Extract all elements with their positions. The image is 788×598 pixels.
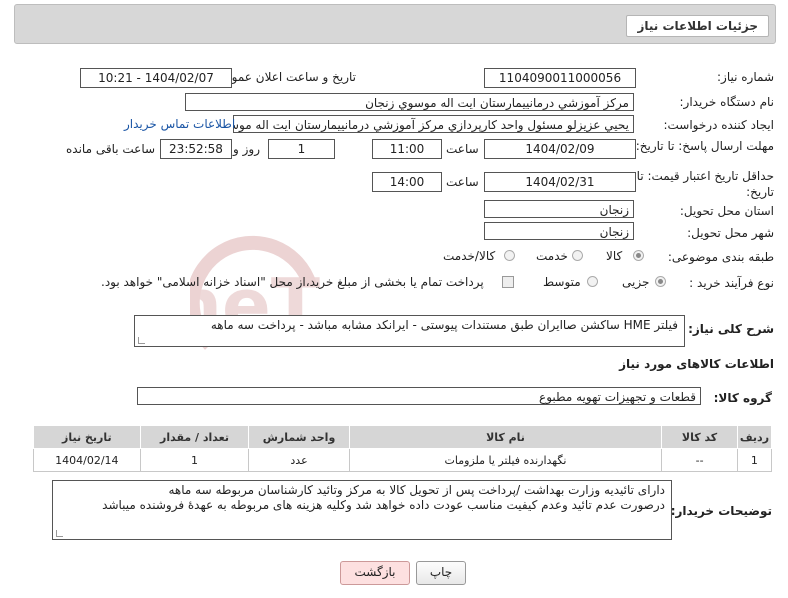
cell-row: 1 bbox=[736, 448, 773, 472]
header-panel: جزئیات اطلاعات نیاز bbox=[14, 4, 776, 44]
process-radio-medium[interactable] bbox=[587, 276, 598, 287]
category-option-goods-service: کالا/خدمت bbox=[443, 249, 496, 263]
col-unit: واحد شمارش bbox=[248, 425, 350, 449]
price-validity-time: 14:00 bbox=[372, 172, 442, 192]
buyer-notes-line-2: درصورت عدم تائید وعدم کیفیت مناسب عودت د… bbox=[102, 498, 665, 512]
city-field: زنجان bbox=[484, 222, 634, 240]
process-label: نوع فرآیند خرید : bbox=[689, 276, 774, 290]
reply-time-label: ساعت bbox=[446, 142, 479, 156]
page-title: جزئیات اطلاعات نیاز bbox=[626, 15, 769, 37]
process-option-medium: متوسط bbox=[543, 275, 581, 289]
cell-date: 1404/02/14 bbox=[33, 448, 141, 472]
days-label: روز و bbox=[233, 142, 260, 156]
announce-label: تاریخ و ساعت اعلان عمومی: bbox=[211, 70, 356, 84]
buyer-notes-line-1: دارای تائیدیه وزارت بهداشت /پرداخت پس از… bbox=[168, 483, 665, 497]
col-date: تاریخ نیاز bbox=[33, 425, 141, 449]
cell-qty: 1 bbox=[139, 448, 250, 472]
price-time-label: ساعت bbox=[446, 175, 479, 189]
description-label: شرح کلی نیاز: bbox=[688, 322, 774, 336]
price-validity-label: حداقل تاریخ اعتبار قیمت: تا تاریخ: bbox=[636, 169, 774, 199]
cell-unit: عدد bbox=[248, 448, 350, 472]
col-qty: تعداد / مقدار bbox=[139, 425, 250, 449]
cell-name: نگهدارنده فیلتر یا ملزومات bbox=[348, 448, 663, 472]
category-label: طبقه بندی موضوعی: bbox=[667, 250, 774, 264]
announce-field: 1404/02/07 - 10:21 bbox=[80, 68, 232, 88]
need-number-field: 1104090011000056 bbox=[484, 68, 636, 88]
goods-group-field: قطعات و تجهیزات تهویه مطبوع bbox=[137, 387, 701, 405]
remaining-label: ساعت باقی مانده bbox=[66, 142, 156, 156]
resize-grip-icon[interactable] bbox=[138, 337, 145, 344]
requester-label: ایجاد کننده درخواست: bbox=[663, 118, 774, 132]
reply-days-field: 1 bbox=[268, 139, 335, 159]
remaining-time-field: 23:52:58 bbox=[160, 139, 232, 159]
province-field: زنجان bbox=[484, 200, 634, 218]
treasury-note: پرداخت تمام یا بخشی از مبلغ خرید،از محل … bbox=[101, 275, 484, 289]
goods-section-title: اطلاعات کالاهای مورد نیاز bbox=[619, 357, 774, 371]
print-button[interactable]: چاپ bbox=[416, 561, 466, 585]
province-label: استان محل تحویل: bbox=[679, 204, 774, 218]
buyer-notes-textarea[interactable]: دارای تائیدیه وزارت بهداشت /پرداخت پس از… bbox=[52, 480, 672, 540]
description-text: فیلتر HME ساکشن صاایران طبق مستندات پیوس… bbox=[210, 318, 678, 332]
back-button[interactable]: بازگشت bbox=[340, 561, 410, 585]
reply-deadline-date: 1404/02/09 bbox=[484, 139, 636, 159]
table-header-row: ردیف کد کالا نام کالا واحد شمارش تعداد /… bbox=[33, 425, 773, 449]
description-textarea[interactable]: فیلتر HME ساکشن صاایران طبق مستندات پیوس… bbox=[134, 315, 685, 347]
price-validity-date: 1404/02/31 bbox=[484, 172, 636, 192]
treasury-checkbox[interactable] bbox=[502, 276, 514, 288]
resize-grip-icon[interactable] bbox=[56, 530, 63, 537]
need-number-label: شماره نیاز: bbox=[717, 70, 774, 84]
requester-field: يحيي عزيزلو مسئول واحد کارپردازي مرکز آم… bbox=[233, 115, 634, 133]
category-radio-goods-service[interactable] bbox=[504, 250, 515, 261]
category-option-goods: کالا bbox=[606, 249, 623, 263]
city-label: شهر محل تحویل: bbox=[687, 226, 774, 240]
col-row: ردیف bbox=[736, 425, 773, 449]
buyer-org-field: مرکز آموزشي درمانييمارستان ايت اله موسوي… bbox=[185, 93, 634, 111]
category-radio-goods[interactable] bbox=[633, 250, 644, 261]
buyer-contact-link[interactable]: اطلاعات تماس خریدار bbox=[124, 117, 235, 131]
reply-deadline-label: مهلت ارسال پاسخ: تا تاریخ: bbox=[635, 139, 774, 153]
table-row: 1 -- نگهدارنده فیلتر یا ملزومات عدد 1 14… bbox=[33, 448, 773, 472]
buyer-notes-label: توضیحات خریدار: bbox=[670, 504, 772, 518]
cell-code: -- bbox=[661, 448, 738, 472]
goods-group-label: گروه کالا: bbox=[713, 391, 772, 405]
process-option-minor: جزیی bbox=[622, 275, 650, 289]
reply-deadline-time: 11:00 bbox=[372, 139, 442, 159]
col-name: نام کالا bbox=[348, 425, 663, 449]
buyer-org-label: نام دستگاه خریدار: bbox=[679, 95, 775, 109]
aria-tender-watermark: AriaTender.neT bbox=[190, 235, 320, 350]
goods-table: ردیف کد کالا نام کالا واحد شمارش تعداد /… bbox=[33, 425, 773, 472]
col-code: کد کالا bbox=[661, 425, 738, 449]
process-radio-minor[interactable] bbox=[655, 276, 666, 287]
category-option-service: خدمت bbox=[536, 249, 568, 263]
category-radio-service[interactable] bbox=[572, 250, 583, 261]
